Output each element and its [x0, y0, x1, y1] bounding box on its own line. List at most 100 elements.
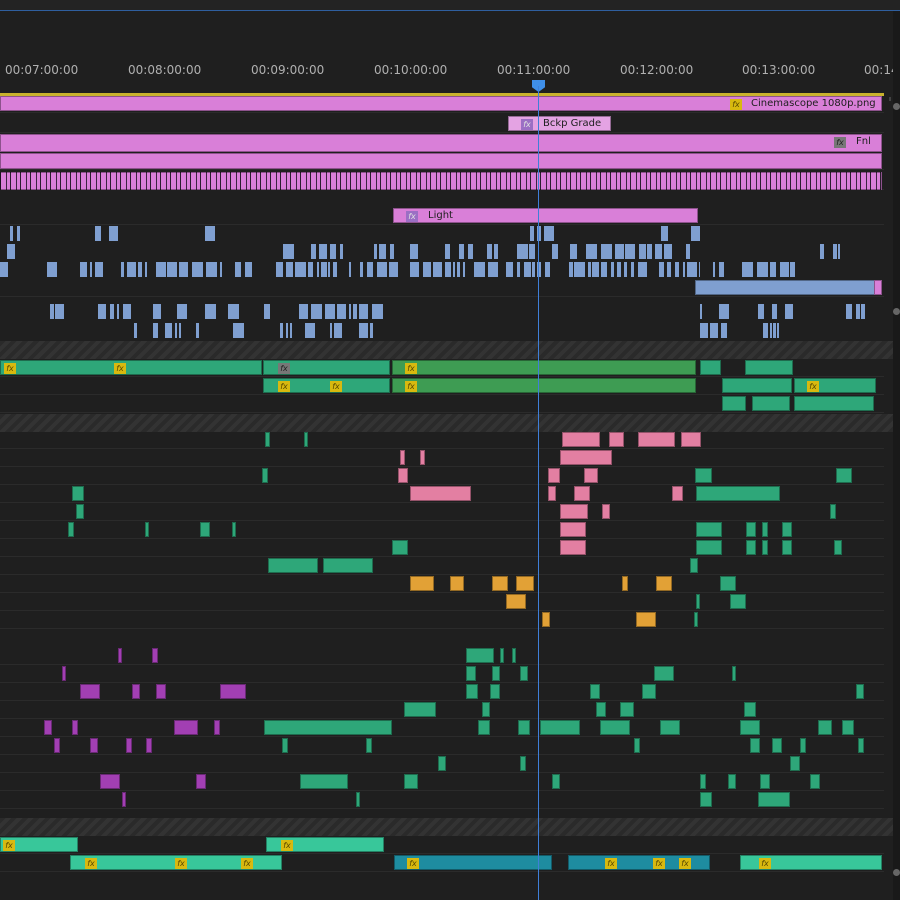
clip-segment[interactable] — [494, 244, 498, 259]
audio-clip[interactable]: fx fx — [263, 378, 390, 393]
clip-segment[interactable] — [205, 304, 216, 319]
audio-clip[interactable] — [732, 666, 736, 681]
clip-segment[interactable] — [290, 323, 292, 338]
clip-segment[interactable] — [311, 244, 316, 259]
clip-segment[interactable] — [340, 244, 343, 259]
audio-clip[interactable] — [264, 720, 392, 735]
audio-clip[interactable] — [146, 738, 152, 753]
audio-clip[interactable] — [265, 432, 270, 447]
clip-segment[interactable] — [487, 244, 492, 259]
audio-clip[interactable] — [282, 738, 288, 753]
clip-segment[interactable] — [370, 323, 373, 338]
audio-clip[interactable] — [600, 720, 630, 735]
clip-segment[interactable] — [264, 304, 270, 319]
audio-clip[interactable] — [174, 720, 198, 735]
video-track-blue[interactable] — [0, 262, 884, 277]
audio-clip[interactable]: fx — [794, 378, 876, 393]
audio-clip[interactable] — [772, 738, 782, 753]
audio-clip[interactable] — [695, 468, 712, 483]
audio-clip[interactable] — [548, 486, 556, 501]
clip-segment[interactable] — [206, 262, 217, 277]
audio-clip[interactable] — [722, 396, 746, 411]
clip-segment[interactable] — [330, 323, 332, 338]
audio-clip[interactable] — [654, 666, 674, 681]
audio-clip[interactable] — [438, 756, 446, 771]
timeline-tracks[interactable]: fx Cinemascope 1080p.png fx Bckp Grade f… — [0, 96, 893, 900]
clip-segment[interactable] — [773, 323, 776, 338]
audio-clip[interactable] — [540, 720, 580, 735]
clip-segment[interactable] — [530, 226, 534, 241]
audio-clip[interactable] — [818, 720, 832, 735]
audio-clip[interactable] — [690, 558, 698, 573]
audio-clip[interactable] — [542, 612, 550, 627]
clip-segment[interactable] — [790, 262, 795, 277]
audio-clip[interactable] — [790, 756, 800, 771]
audio-clip[interactable] — [200, 522, 210, 537]
audio-clip[interactable] — [500, 648, 504, 663]
clip-segment[interactable] — [325, 304, 335, 319]
clip-segment[interactable] — [659, 262, 664, 277]
clip-segment[interactable] — [777, 323, 779, 338]
audio-clip[interactable] — [760, 774, 770, 789]
audio-clip[interactable] — [214, 720, 220, 735]
adjustment-clip[interactable] — [0, 153, 882, 169]
clip-segment[interactable] — [90, 262, 92, 277]
audio-clip[interactable] — [490, 684, 500, 699]
audio-clip[interactable] — [782, 540, 792, 555]
video-clip[interactable] — [874, 280, 882, 295]
audio-clip[interactable] — [68, 522, 74, 537]
clip-segment[interactable] — [687, 262, 697, 277]
cinemascope-clip[interactable]: fx Cinemascope 1080p.png — [0, 96, 882, 111]
audio-clip[interactable] — [450, 576, 464, 591]
audio-clip[interactable] — [552, 774, 560, 789]
clip-segment[interactable] — [524, 262, 531, 277]
clip-segment[interactable] — [639, 244, 646, 259]
clip-segment[interactable] — [638, 262, 647, 277]
music-clip[interactable]: fx fx fx — [568, 855, 710, 870]
audio-clip[interactable] — [696, 540, 722, 555]
audio-clip[interactable]: fx — [392, 378, 696, 393]
clip-segment[interactable] — [7, 244, 15, 259]
clip-segment[interactable] — [220, 262, 222, 277]
clip-segment[interactable] — [552, 244, 558, 259]
audio-clip[interactable] — [800, 738, 806, 753]
audio-clip[interactable] — [694, 612, 698, 627]
clip-segment[interactable] — [235, 262, 241, 277]
clip-segment[interactable] — [145, 262, 147, 277]
clip-segment[interactable] — [359, 323, 368, 338]
audio-clip[interactable] — [746, 522, 756, 537]
clip-segment[interactable] — [330, 244, 336, 259]
audio-clip[interactable] — [584, 468, 598, 483]
clip-segment[interactable] — [47, 262, 57, 277]
music-clip[interactable]: fx — [740, 855, 882, 870]
clip-segment[interactable] — [445, 262, 451, 277]
clip-segment[interactable] — [98, 304, 106, 319]
clip-segment[interactable] — [50, 304, 54, 319]
fnl-clip[interactable]: fx Fnl — [0, 134, 882, 152]
clip-segment[interactable] — [699, 262, 700, 277]
clip-segment[interactable] — [624, 262, 627, 277]
scroll-knob[interactable] — [893, 869, 900, 876]
clip-segment[interactable] — [647, 244, 652, 259]
audio-clip[interactable] — [323, 558, 373, 573]
clip-segment[interactable] — [861, 304, 865, 319]
music-clip[interactable]: fx fx fx — [70, 855, 282, 870]
clip-segment[interactable] — [110, 304, 114, 319]
audio-clip[interactable] — [466, 684, 478, 699]
clip-segment[interactable] — [611, 262, 614, 277]
audio-clip[interactable] — [80, 684, 100, 699]
clip-segment[interactable] — [95, 226, 101, 241]
clip-segment[interactable] — [780, 262, 789, 277]
clip-segment[interactable] — [721, 323, 727, 338]
clip-segment[interactable] — [719, 304, 729, 319]
clip-segment[interactable] — [423, 262, 431, 277]
audio-clip[interactable] — [696, 594, 700, 609]
clip-segment[interactable] — [763, 323, 768, 338]
clip-segment[interactable] — [299, 304, 308, 319]
audio-clip[interactable] — [54, 738, 60, 753]
clip-segment[interactable] — [846, 304, 852, 319]
clip-segment[interactable] — [337, 304, 346, 319]
audio-clip[interactable] — [794, 396, 874, 411]
clip-segment[interactable] — [410, 262, 419, 277]
clip-segment[interactable] — [833, 244, 837, 259]
